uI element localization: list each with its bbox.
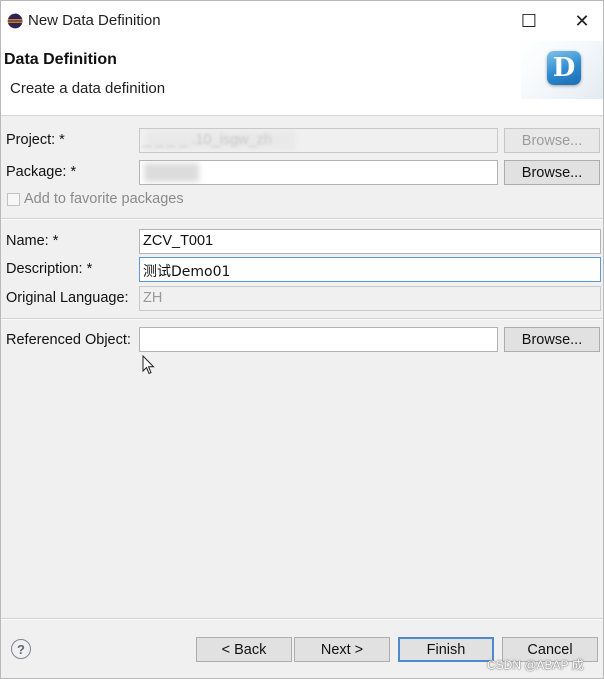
package-label: Package: * [6,164,77,180]
separator [1,218,603,220]
close-button[interactable]: ✕ [557,1,603,41]
referenced-object-label: Referenced Object: [6,332,131,348]
separator [1,318,603,320]
description-label: Description: * [6,261,93,277]
project-field: _ _ _ _ .10_isgw_zh [139,128,498,153]
project-value: _ _ _ _ .10_isgw_zh [143,132,272,148]
window-title: New Data Definition [28,12,161,29]
page-title: Data Definition [4,51,117,68]
watermark: CSDN @ABAP 成 [487,658,584,672]
original-language-field: ZH [139,286,601,311]
package-field[interactable] [139,160,498,185]
project-browse-button[interactable]: Browse... [504,128,600,153]
name-label: Name: * [6,233,59,249]
referenced-object-browse-button[interactable]: Browse... [504,327,600,352]
redaction-smudge [144,163,199,182]
description-field[interactable]: 测试Demo01 [139,257,601,282]
eclipse-icon [7,13,23,29]
separator [1,618,603,620]
page-subtitle: Create a data definition [10,80,166,97]
maximize-icon: ☐ [520,10,538,31]
finish-button[interactable]: Finish [398,637,494,662]
wizard-banner: Data Definition Create a data definition… [1,41,603,116]
original-language-label: Original Language: [6,290,129,306]
maximize-button[interactable]: ☐ [504,1,554,41]
help-icon[interactable]: ? [11,639,31,659]
favorite-checkbox[interactable] [7,193,20,206]
referenced-object-field[interactable] [139,327,498,352]
mouse-pointer-icon [142,355,155,375]
close-icon: ✕ [574,10,590,31]
name-field[interactable]: ZCV_T001 [139,229,601,254]
next-button[interactable]: Next > [294,637,390,662]
back-button[interactable]: < Back [196,637,292,662]
new-data-definition-dialog: New Data Definition ☐ ✕ Data Definition … [0,0,604,679]
title-bar: New Data Definition ☐ ✕ [1,1,603,41]
data-definition-logo-icon: D [547,51,581,85]
favorite-label: Add to favorite packages [24,191,184,207]
package-browse-button[interactable]: Browse... [504,160,600,185]
project-label: Project: * [6,132,65,148]
